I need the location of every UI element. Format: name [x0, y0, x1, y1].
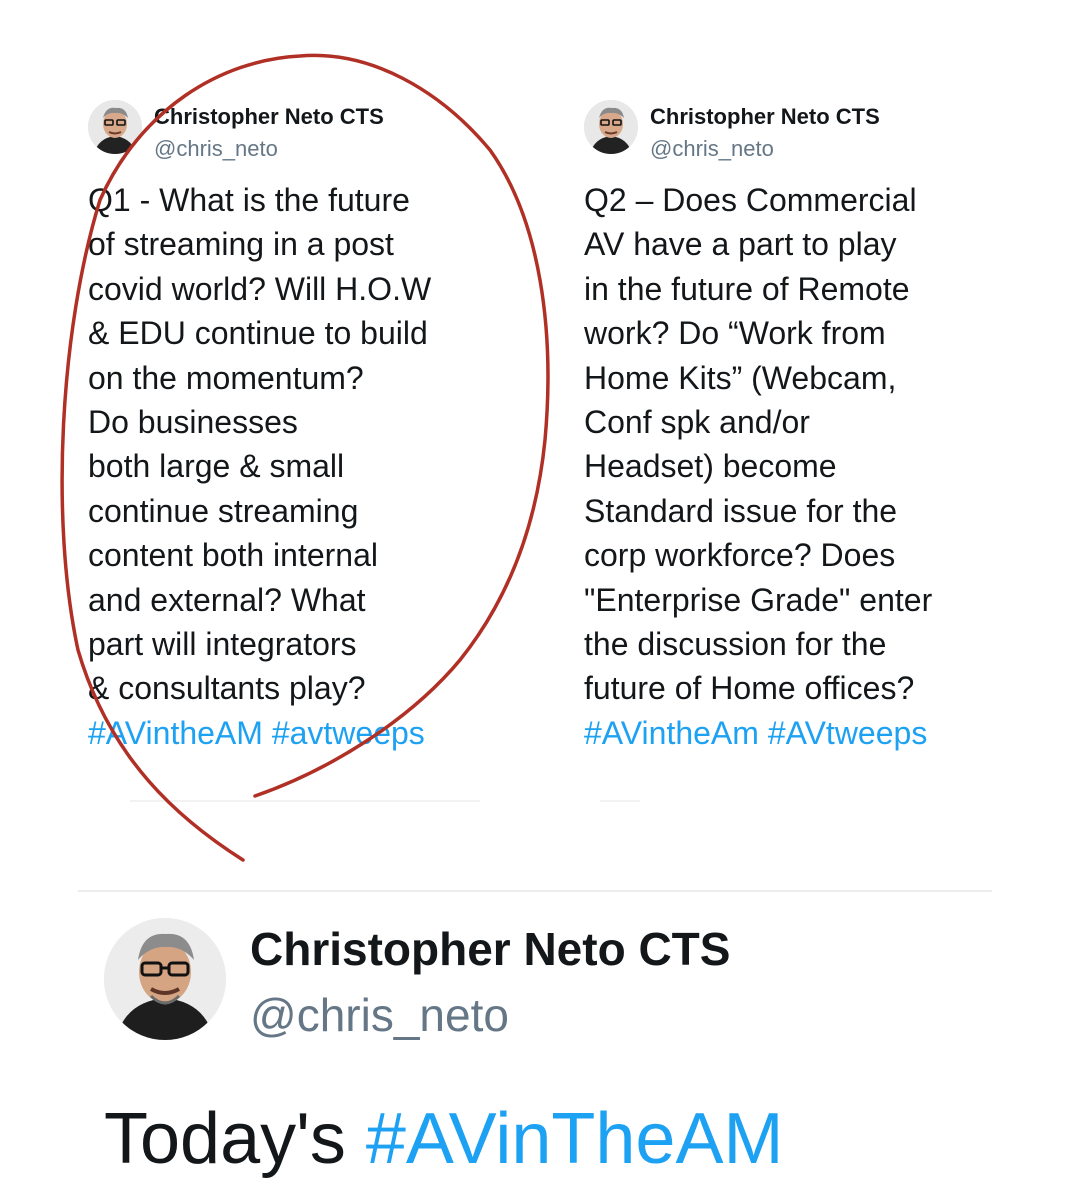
text-line: "Enterprise Grade" enter	[584, 581, 933, 618]
text-line: future of Home offices?	[584, 670, 915, 707]
hashtags[interactable]: #AVintheAm #AVtweeps	[584, 711, 932, 755]
avatar[interactable]	[584, 100, 638, 154]
avatar[interactable]	[88, 100, 142, 154]
avatar[interactable]	[104, 918, 226, 1040]
text-line: both large & small	[88, 448, 345, 485]
text-line: and external? What	[88, 581, 366, 618]
hashtag-link[interactable]: #AVinTheAM	[366, 1099, 784, 1179]
text-line: continue streaming	[88, 492, 359, 529]
text-prefix: Today's	[104, 1099, 366, 1179]
tweet-text: Q2 – Does Commercial AV have a part to p…	[584, 178, 932, 755]
author-handle[interactable]: @chris_neto	[650, 136, 774, 162]
author-name[interactable]: Christopher Neto CTS	[650, 104, 880, 130]
text-line: Conf spk and/or	[584, 404, 810, 441]
hashtags[interactable]: #AVintheAM #avtweeps	[88, 711, 431, 755]
divider	[78, 890, 992, 892]
text-line: Home Kits” (Webcam,	[584, 359, 897, 396]
main-tweet[interactable]: Christopher Neto CTS @chris_neto Today's…	[104, 918, 1004, 1200]
text-line: part will integrators	[88, 626, 357, 663]
divider	[130, 800, 480, 802]
text-line: the discussion for the	[584, 626, 887, 663]
author-handle[interactable]: @chris_neto	[154, 136, 278, 162]
tweet-q1[interactable]: Christopher Neto CTS @chris_neto Q1 - Wh…	[88, 100, 528, 780]
text-line: Standard issue for the	[584, 492, 898, 529]
text-line: content both internal	[88, 537, 378, 574]
text-line: & consultants play?	[88, 670, 366, 707]
text-line: Q1 - What is the future	[88, 182, 410, 218]
text-line: work? Do “Work from	[584, 315, 886, 352]
text-line: on the momentum?	[88, 359, 364, 396]
author-handle[interactable]: @chris_neto	[250, 988, 509, 1042]
divider	[600, 800, 640, 802]
tweet-text: Q1 - What is the future of streaming in …	[88, 178, 431, 755]
tweet-text: Today's #AVinTheAM	[104, 1098, 783, 1180]
text-line: Q2 – Does Commercial	[584, 182, 917, 218]
text-line: AV have a part to play	[584, 226, 897, 263]
tweet-q2[interactable]: Christopher Neto CTS @chris_neto Q2 – Do…	[584, 100, 1024, 780]
text-line: covid world? Will H.O.W	[88, 270, 432, 307]
text-line: corp workforce? Does	[584, 537, 896, 574]
text-line: Do businesses	[88, 404, 298, 441]
text-line: of streaming in a post	[88, 226, 394, 263]
text-line: Headset) become	[584, 448, 837, 485]
text-line: & EDU continue to build	[88, 315, 428, 352]
author-name[interactable]: Christopher Neto CTS	[154, 104, 384, 130]
text-line: in the future of Remote	[584, 270, 910, 307]
author-name[interactable]: Christopher Neto CTS	[250, 922, 730, 976]
